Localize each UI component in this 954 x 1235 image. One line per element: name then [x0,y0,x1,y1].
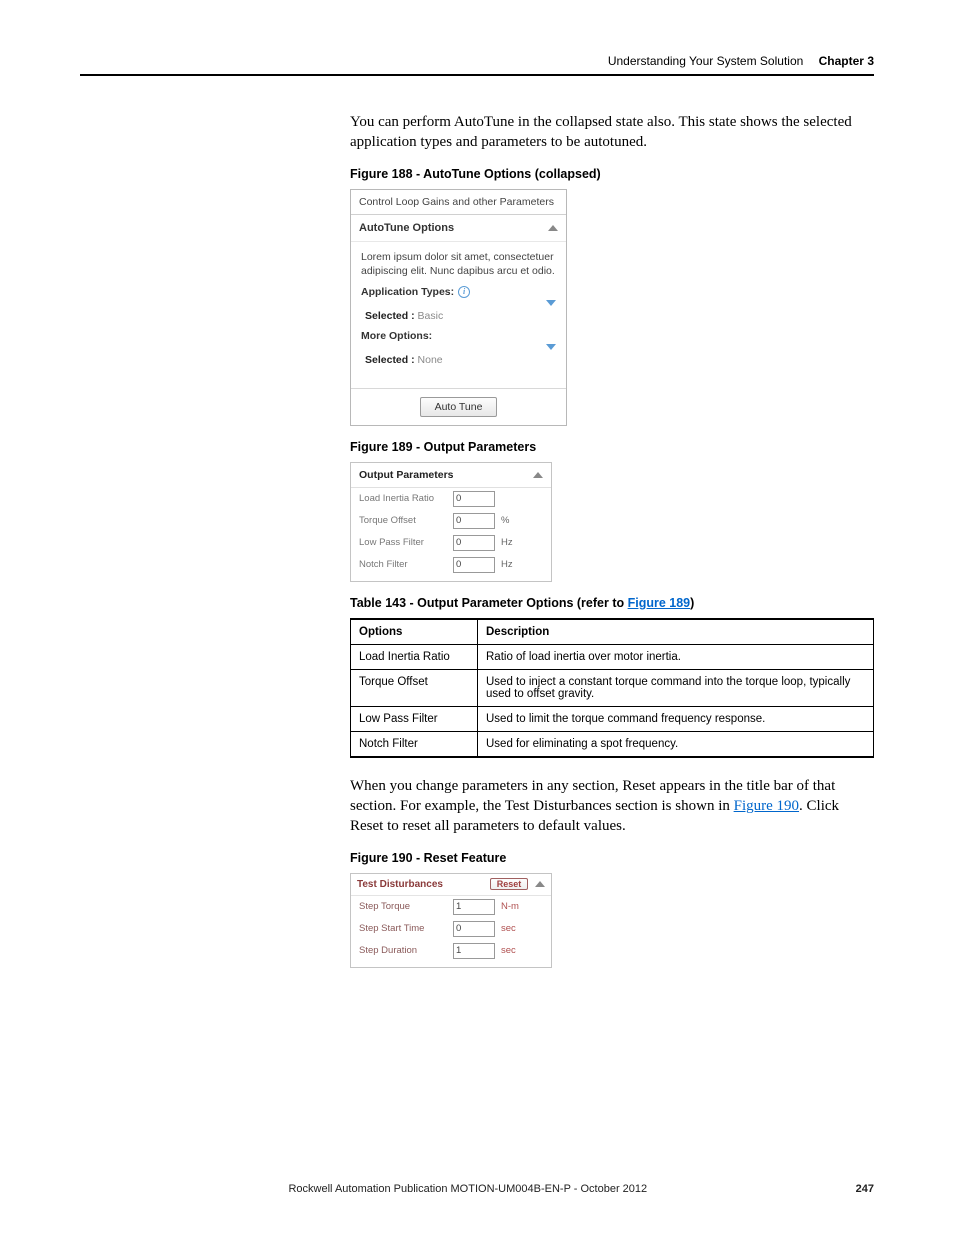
table-caption-post: ) [690,596,694,610]
param-row: Step Duration sec [351,940,551,967]
output-parameter-options-table: Options Description Load Inertia Ratio R… [350,618,874,758]
table-cell-option: Notch Filter [351,731,478,757]
param-label: Step Torque [359,901,447,912]
table-header-options: Options [351,619,478,645]
figure-188-caption: Figure 188 - AutoTune Options (collapsed… [350,167,874,181]
figure-190-link[interactable]: Figure 190 [734,798,799,814]
header-section: Understanding Your System Solution [608,54,803,68]
info-icon[interactable]: i [458,286,470,298]
table-cell-option: Torque Offset [351,669,478,706]
param-input[interactable] [453,921,495,937]
panel-title-row: AutoTune Options [351,215,566,242]
param-row: Load Inertia Ratio [351,488,551,510]
param-input[interactable] [453,535,495,551]
table-row: Low Pass Filter Used to limit the torque… [351,706,874,731]
param-row: Step Torque N-m [351,896,551,918]
param-input[interactable] [453,513,495,529]
table-cell-desc: Used for eliminating a spot frequency. [478,731,874,757]
param-label: Notch Filter [359,559,447,570]
param-row: Torque Offset % [351,510,551,532]
collapse-icon[interactable] [548,225,558,231]
page-footer: Rockwell Automation Publication MOTION-U… [80,1183,874,1195]
param-unit: Hz [501,559,521,570]
param-label: Step Start Time [359,923,447,934]
param-input[interactable] [453,943,495,959]
reset-button[interactable]: Reset [490,878,529,890]
table-cell-desc: Used to limit the torque command frequen… [478,706,874,731]
selected-label: Selected : [365,354,415,366]
param-label: Step Duration [359,945,447,956]
param-input[interactable] [453,491,495,507]
selected-app-type: Selected : Basic [365,310,556,322]
param-unit: sec [501,945,525,956]
table-143-caption: Table 143 - Output Parameter Options (re… [350,596,874,610]
param-input[interactable] [453,899,495,915]
chevron-down-icon[interactable] [546,300,556,306]
output-parameters-title: Output Parameters [359,469,454,481]
param-unit: % [501,515,521,526]
paragraph-reset: When you change parameters in any sectio… [350,776,874,837]
figure-189-caption: Figure 189 - Output Parameters [350,440,874,454]
param-label: Torque Offset [359,515,447,526]
param-unit: N-m [501,901,525,912]
panel-top-label: Control Loop Gains and other Parameters [351,190,566,215]
table-cell-option: Low Pass Filter [351,706,478,731]
figure-190-caption: Figure 190 - Reset Feature [350,851,874,865]
header-chapter: Chapter 3 [819,54,874,68]
param-label: Low Pass Filter [359,537,447,548]
table-header-row: Options Description [351,619,874,645]
autotune-panel: Control Loop Gains and other Parameters … [350,189,567,426]
page-header: Understanding Your System Solution Chapt… [80,54,874,76]
panel-description: Lorem ipsum dolor sit amet, consectetuer… [361,250,556,278]
selected-label: Selected : [365,310,415,322]
more-options-label: More Options: [361,330,556,342]
table-header-description: Description [478,619,874,645]
param-input[interactable] [453,557,495,573]
param-unit: sec [501,923,525,934]
table-cell-desc: Used to inject a constant torque command… [478,669,874,706]
page-number: 247 [856,1183,874,1195]
auto-tune-button[interactable]: Auto Tune [420,397,498,417]
param-unit: Hz [501,537,521,548]
figure-189-link[interactable]: Figure 189 [628,596,691,610]
application-types-label: Application Types: i [361,286,556,298]
test-disturbances-panel: Test Disturbances Reset Step Torque N-m … [350,873,552,968]
param-row: Low Pass Filter Hz [351,532,551,554]
test-disturbances-title: Test Disturbances [357,879,443,890]
application-types-label-text: Application Types: [361,286,454,298]
table-cell-desc: Ratio of load inertia over motor inertia… [478,644,874,669]
param-label: Load Inertia Ratio [359,493,447,504]
chevron-down-icon[interactable] [546,344,556,350]
output-parameters-panel: Output Parameters Load Inertia Ratio Tor… [350,462,552,582]
table-cell-option: Load Inertia Ratio [351,644,478,669]
selected-value: Basic [418,310,444,322]
output-parameters-title-row: Output Parameters [351,463,551,488]
param-row: Notch Filter Hz [351,554,551,581]
table-caption-pre: Table 143 - Output Parameter Options (re… [350,596,628,610]
test-disturbances-title-row: Test Disturbances Reset [351,874,551,896]
collapse-icon[interactable] [533,472,543,478]
paragraph-intro: You can perform AutoTune in the collapse… [350,112,874,153]
panel-title-text: AutoTune Options [359,222,454,234]
table-row: Notch Filter Used for eliminating a spot… [351,731,874,757]
table-row: Load Inertia Ratio Ratio of load inertia… [351,644,874,669]
param-row: Step Start Time sec [351,918,551,940]
collapse-icon[interactable] [535,881,545,887]
selected-value: None [418,354,443,366]
table-row: Torque Offset Used to inject a constant … [351,669,874,706]
publication-info: Rockwell Automation Publication MOTION-U… [80,1183,856,1195]
selected-more-options: Selected : None [365,354,556,366]
